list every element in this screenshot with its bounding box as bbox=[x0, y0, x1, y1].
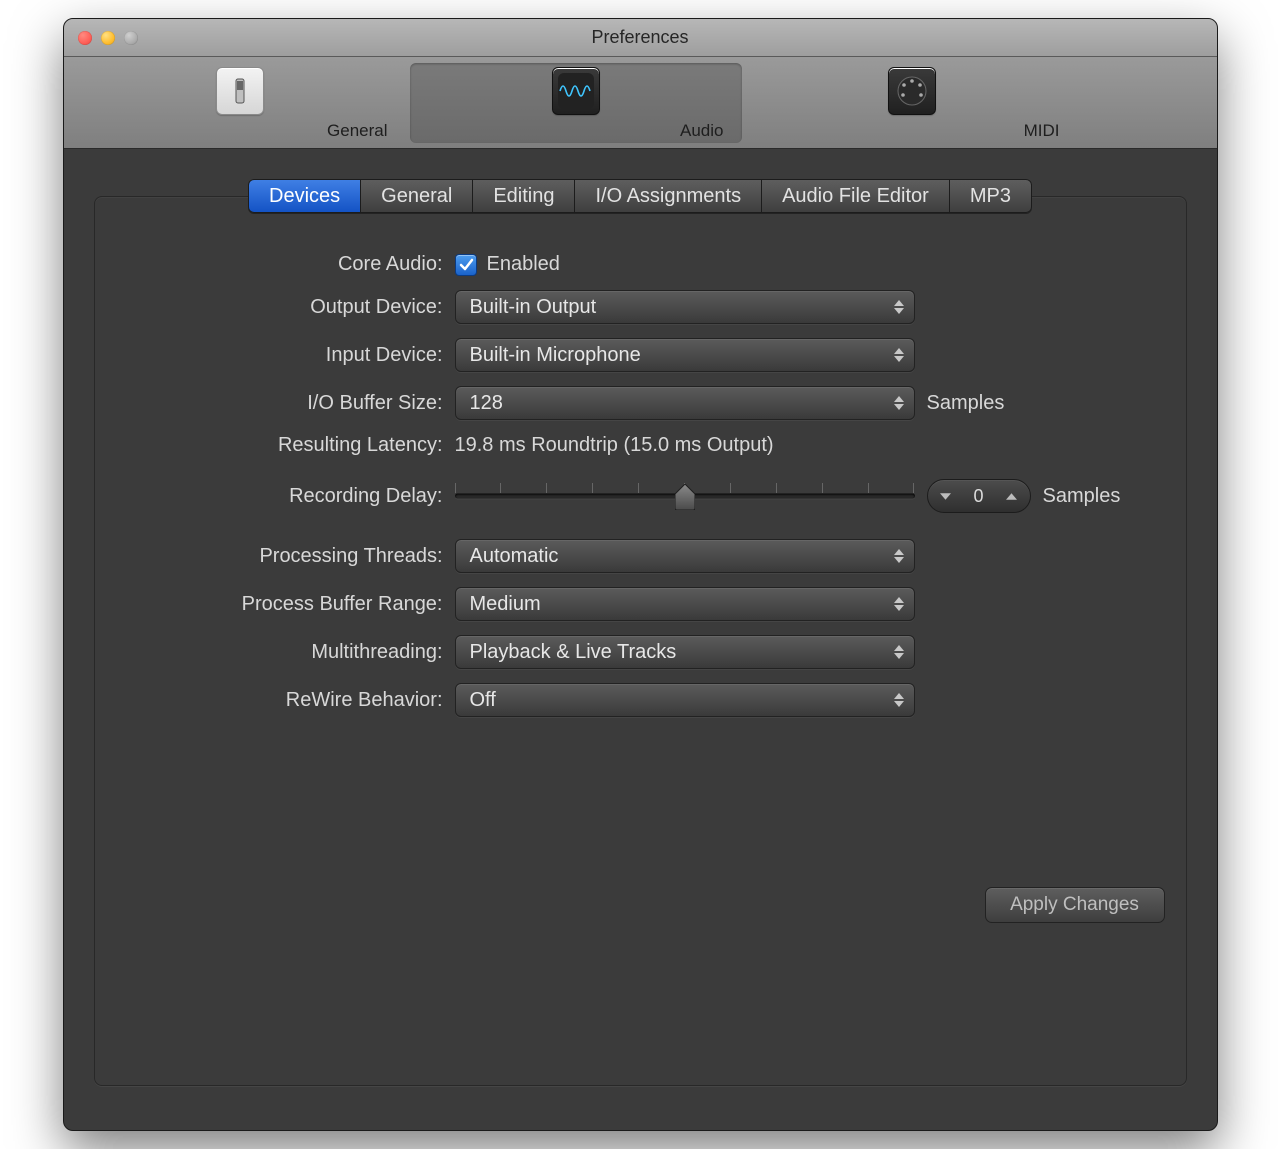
close-window-button[interactable] bbox=[78, 31, 92, 45]
stepper-arrows-icon bbox=[894, 348, 904, 362]
minimize-window-button[interactable] bbox=[101, 31, 115, 45]
traffic-lights bbox=[78, 31, 138, 45]
preferences-body: Devices General Editing I/O Assignments … bbox=[64, 149, 1217, 1106]
sub-tab-bar: Devices General Editing I/O Assignments … bbox=[248, 179, 1032, 213]
rewire-behavior-label: ReWire Behavior: bbox=[135, 689, 455, 712]
slider-track bbox=[455, 494, 915, 499]
input-device-select[interactable]: Built-in Microphone bbox=[455, 338, 915, 372]
process-buffer-range-label: Process Buffer Range: bbox=[135, 593, 455, 616]
toolbar-item-label: MIDI bbox=[752, 121, 1072, 141]
output-device-label: Output Device: bbox=[135, 296, 455, 319]
recording-delay-label: Recording Delay: bbox=[135, 485, 455, 508]
stepper-arrows-icon bbox=[894, 549, 904, 563]
check-icon bbox=[458, 257, 474, 273]
process-buffer-range-value: Medium bbox=[470, 593, 541, 616]
devices-group: Core Audio: Enabled Output Device: Built… bbox=[94, 196, 1187, 1086]
input-device-value: Built-in Microphone bbox=[470, 344, 641, 367]
tab-editing[interactable]: Editing bbox=[472, 179, 574, 213]
recording-delay-value: 0 bbox=[973, 486, 983, 507]
toolbar-item-label: Audio bbox=[416, 121, 736, 141]
io-buffer-size-label: I/O Buffer Size: bbox=[135, 392, 455, 415]
preferences-window: Preferences General Audio MIDI Display bbox=[63, 18, 1218, 1131]
rewire-behavior-value: Off bbox=[470, 689, 496, 712]
slider-ticks bbox=[455, 483, 915, 493]
stepper-up-icon[interactable] bbox=[1006, 491, 1017, 502]
recording-delay-slider[interactable] bbox=[455, 479, 915, 513]
tab-mp3[interactable]: MP3 bbox=[949, 179, 1032, 213]
toolbar-item-display[interactable]: Display bbox=[1082, 63, 1218, 143]
stepper-arrows-icon bbox=[894, 597, 904, 611]
toolbar-item-label: General bbox=[80, 121, 400, 141]
resulting-latency-label: Resulting Latency: bbox=[135, 434, 455, 457]
core-audio-checkbox[interactable] bbox=[455, 254, 477, 276]
process-buffer-range-select[interactable]: Medium bbox=[455, 587, 915, 621]
multithreading-select[interactable]: Playback & Live Tracks bbox=[455, 635, 915, 669]
toolbar-item-general[interactable]: General bbox=[74, 63, 406, 143]
tab-io-assignments[interactable]: I/O Assignments bbox=[574, 179, 761, 213]
recording-delay-unit: Samples bbox=[1043, 485, 1121, 508]
io-buffer-size-select[interactable]: 128 bbox=[455, 386, 915, 420]
tab-general[interactable]: General bbox=[360, 179, 472, 213]
stepper-arrows-icon bbox=[894, 645, 904, 659]
io-buffer-size-value: 128 bbox=[470, 392, 503, 415]
tab-devices[interactable]: Devices bbox=[248, 179, 360, 213]
processing-threads-select[interactable]: Automatic bbox=[455, 539, 915, 573]
processing-threads-value: Automatic bbox=[470, 545, 559, 568]
stepper-arrows-icon bbox=[894, 693, 904, 707]
multithreading-label: Multithreading: bbox=[135, 641, 455, 664]
core-audio-checkbox-label: Enabled bbox=[487, 253, 560, 276]
general-icon bbox=[216, 67, 264, 115]
io-buffer-size-unit: Samples bbox=[927, 392, 1005, 415]
recording-delay-stepper[interactable]: 0 bbox=[927, 479, 1031, 513]
apply-changes-button[interactable]: Apply Changes bbox=[985, 887, 1165, 923]
rewire-behavior-select[interactable]: Off bbox=[455, 683, 915, 717]
midi-icon bbox=[888, 67, 936, 115]
output-device-value: Built-in Output bbox=[470, 296, 597, 319]
core-audio-label: Core Audio: bbox=[135, 253, 455, 276]
toolbar: General Audio MIDI Display Score bbox=[64, 57, 1217, 149]
output-device-select[interactable]: Built-in Output bbox=[455, 290, 915, 324]
resulting-latency-value: 19.8 ms Roundtrip (15.0 ms Output) bbox=[455, 434, 774, 457]
toolbar-item-midi[interactable]: MIDI bbox=[746, 63, 1078, 143]
stepper-arrows-icon bbox=[894, 300, 904, 314]
processing-threads-label: Processing Threads: bbox=[135, 545, 455, 568]
audio-icon bbox=[552, 67, 600, 115]
stepper-down-icon[interactable] bbox=[940, 491, 951, 502]
toolbar-item-audio[interactable]: Audio bbox=[410, 63, 742, 143]
input-device-label: Input Device: bbox=[135, 344, 455, 367]
tab-audio-file-editor[interactable]: Audio File Editor bbox=[761, 179, 949, 213]
toolbar-item-label: Display bbox=[1088, 121, 1218, 141]
window-title: Preferences bbox=[64, 27, 1217, 48]
titlebar: Preferences bbox=[64, 19, 1217, 57]
multithreading-value: Playback & Live Tracks bbox=[470, 641, 677, 664]
stepper-arrows-icon bbox=[894, 396, 904, 410]
zoom-window-button[interactable] bbox=[124, 31, 138, 45]
